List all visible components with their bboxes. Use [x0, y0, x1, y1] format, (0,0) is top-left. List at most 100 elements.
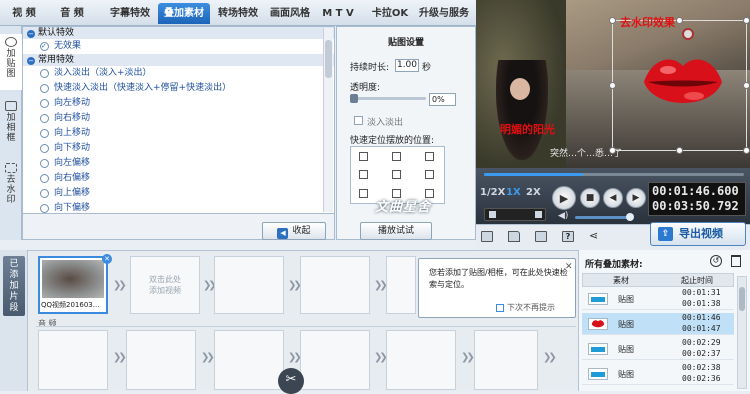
- save-icon[interactable]: [535, 231, 547, 242]
- speed-2x[interactable]: 2X: [526, 187, 541, 198]
- nav-remove-watermark[interactable]: 去水印: [0, 160, 22, 214]
- effect-item[interactable]: 向上移动: [23, 126, 334, 141]
- volume-icon[interactable]: ◀): [558, 211, 568, 221]
- radio-icon[interactable]: [40, 204, 49, 213]
- material-row-selected[interactable]: 贴图 00:01:46 00:01:47: [582, 313, 734, 335]
- empty-clip-slot[interactable]: [386, 256, 416, 314]
- prev-frame-icon[interactable]: ◀: [603, 188, 623, 208]
- empty-clip-slot[interactable]: [300, 256, 370, 314]
- radio-icon[interactable]: [40, 174, 49, 183]
- dont-show-again-checkbox[interactable]: [496, 304, 504, 312]
- radio-icon[interactable]: [40, 84, 49, 93]
- stop-icon[interactable]: ■: [580, 188, 600, 208]
- opacity-slider-thumb[interactable]: [350, 94, 358, 103]
- speed-half[interactable]: 1/2X: [480, 187, 505, 198]
- resize-handle[interactable]: [676, 147, 683, 154]
- material-row[interactable]: 贴图 00:01:31 00:01:38: [582, 288, 734, 310]
- forward-icon[interactable]: [535, 211, 542, 218]
- effect-item[interactable]: 向左偏移: [23, 156, 334, 171]
- resize-handle[interactable]: [743, 82, 750, 89]
- tab-karaoke[interactable]: 卡拉OK: [368, 3, 412, 24]
- position-top-center[interactable]: [392, 152, 401, 161]
- resize-handle[interactable]: [609, 17, 616, 24]
- opacity-input[interactable]: 0%: [429, 93, 456, 106]
- radio-icon[interactable]: [40, 144, 49, 153]
- lips-sticker-icon[interactable]: [642, 52, 724, 114]
- delete-icon[interactable]: [731, 255, 741, 267]
- resize-handle[interactable]: [743, 147, 750, 154]
- frame-shuttle[interactable]: [484, 208, 546, 221]
- effect-item[interactable]: 向上偏移: [23, 186, 334, 201]
- position-top-left[interactable]: [359, 152, 368, 161]
- open-folder-icon[interactable]: [508, 231, 520, 242]
- radio-icon[interactable]: [40, 114, 49, 123]
- nav-add-frame[interactable]: 加相框: [0, 98, 22, 152]
- duration-input[interactable]: 1.00: [395, 59, 419, 72]
- export-video-button[interactable]: ⇪ 导出视频: [650, 222, 746, 246]
- fade-checkbox[interactable]: [354, 116, 363, 125]
- position-middle-left[interactable]: [359, 170, 368, 179]
- scissors-icon[interactable]: ✂: [278, 368, 304, 394]
- group-default-effects[interactable]: − 默认特效: [23, 27, 334, 39]
- resize-handle[interactable]: [609, 82, 616, 89]
- resize-handle[interactable]: [743, 17, 750, 24]
- share-icon[interactable]: ⋖: [589, 229, 598, 242]
- material-row[interactable]: 贴图 00:02:38 00:02:36: [582, 363, 734, 385]
- volume-slider[interactable]: [575, 216, 630, 219]
- empty-audio-slot[interactable]: [386, 330, 456, 390]
- empty-audio-slot[interactable]: [38, 330, 108, 390]
- radio-icon[interactable]: [40, 189, 49, 198]
- tab-picture-style[interactable]: 画面风格: [264, 3, 316, 24]
- effect-item[interactable]: 向下移动: [23, 141, 334, 156]
- tab-audio[interactable]: 音 频: [54, 3, 90, 24]
- locate-icon[interactable]: ↺: [710, 255, 722, 267]
- collapse-button[interactable]: ◀ 收起: [262, 222, 326, 240]
- play-try-button[interactable]: 播放试试: [360, 222, 432, 240]
- effect-item-none[interactable]: 无效果: [23, 39, 334, 54]
- effect-item[interactable]: 向左移动: [23, 96, 334, 111]
- empty-audio-slot[interactable]: [300, 330, 370, 390]
- radio-icon[interactable]: [40, 129, 49, 138]
- nav-add-sticker[interactable]: 加贴图: [0, 34, 22, 90]
- tab-video[interactable]: 视 频: [6, 3, 42, 24]
- scrollbar-thumb[interactable]: [739, 287, 745, 311]
- empty-clip-slot[interactable]: [214, 256, 284, 314]
- radio-checked-icon[interactable]: [40, 39, 49, 54]
- opacity-slider[interactable]: [350, 97, 426, 100]
- help-icon[interactable]: ?: [562, 231, 574, 242]
- position-middle-right[interactable]: [425, 170, 434, 179]
- empty-audio-slot[interactable]: [126, 330, 196, 390]
- tab-mtv[interactable]: M T V: [318, 3, 358, 24]
- remove-clip-icon[interactable]: ✕: [102, 254, 112, 264]
- effect-item[interactable]: 向右移动: [23, 111, 334, 126]
- tab-overlay-materials[interactable]: 叠加素材: [158, 3, 210, 24]
- effect-item[interactable]: 淡入淡出（淡入+淡出）: [23, 66, 334, 81]
- radio-icon[interactable]: [40, 69, 49, 78]
- speed-1x[interactable]: 1X: [506, 187, 521, 198]
- volume-slider-thumb[interactable]: [626, 213, 634, 221]
- new-project-icon[interactable]: [481, 231, 493, 242]
- effects-scrollbar[interactable]: [323, 28, 333, 212]
- added-clips-tab[interactable]: 已添加片段: [3, 256, 25, 316]
- position-top-right[interactable]: [425, 152, 434, 161]
- empty-audio-slot[interactable]: [214, 330, 284, 390]
- empty-audio-slot[interactable]: [474, 330, 538, 390]
- group-common-effects[interactable]: − 常用特效: [23, 54, 334, 66]
- radio-icon[interactable]: [40, 159, 49, 168]
- radio-icon[interactable]: [40, 99, 49, 108]
- effect-item[interactable]: 向右偏移: [23, 171, 334, 186]
- tab-transitions[interactable]: 转场特效: [212, 3, 264, 24]
- materials-scrollbar[interactable]: [737, 276, 747, 389]
- position-bottom-left[interactable]: [359, 189, 368, 198]
- position-center[interactable]: [392, 170, 401, 179]
- play-icon[interactable]: ▶: [552, 186, 576, 210]
- tab-upgrade-service[interactable]: 升级与服务: [414, 3, 474, 24]
- scrollbar-thumb[interactable]: [325, 40, 332, 78]
- add-video-slot[interactable]: 双击此处 添加视频: [130, 256, 200, 314]
- video-clip[interactable]: QQ视频201603... ✕: [38, 254, 112, 314]
- material-row[interactable]: 贴图 00:02:29 00:02:37: [582, 338, 734, 360]
- effect-item[interactable]: 向下偏移: [23, 201, 334, 213]
- effect-item[interactable]: 快速淡入淡出（快速淡入+停留+快速淡出）: [23, 81, 334, 96]
- rewind-icon[interactable]: [489, 211, 496, 218]
- tab-subtitle-effects[interactable]: 字幕特效: [104, 3, 156, 24]
